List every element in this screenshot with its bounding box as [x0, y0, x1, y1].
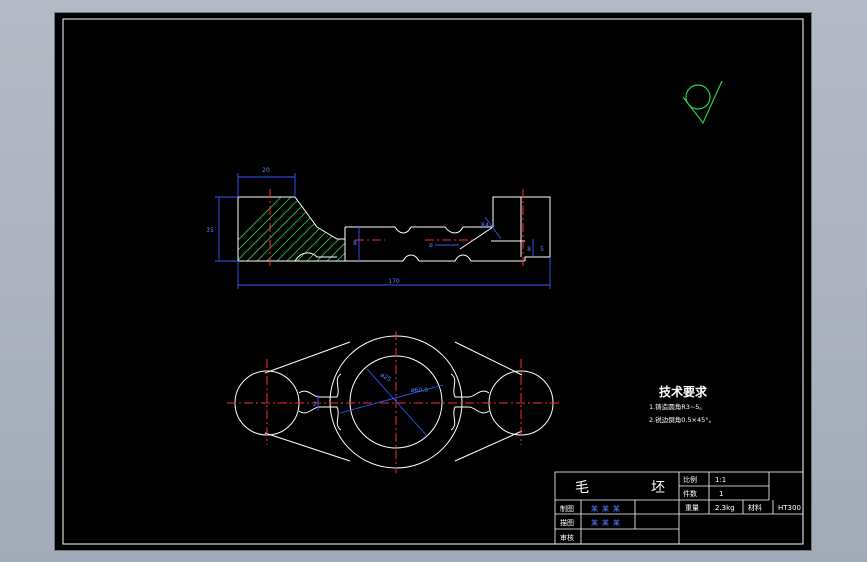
cad-viewport[interactable]: 20 35 170 8 8 ø R4 5 ø25 ø60.0 2 技术要求 1.… — [55, 13, 811, 550]
drawing-canvas: 20 35 170 8 8 ø R4 5 ø25 ø60.0 2 技术要求 1.… — [62, 18, 804, 545]
dim-center-diameter-text: ø25 — [379, 372, 392, 384]
dim-slant-text: R4 — [481, 222, 489, 229]
tech-req-item-1: 1.铸造圆角R3~5。 — [649, 402, 706, 411]
dim-height-text: 35 — [206, 227, 214, 234]
part-name-1: 毛 — [575, 480, 589, 496]
drawing-frame — [62, 18, 804, 545]
part-name-2: 坯 — [651, 480, 665, 496]
checked-value: 某某某 — [591, 519, 624, 527]
front-section-view: 20 35 170 8 8 ø R4 5 — [206, 167, 551, 289]
weight-label: 重量 — [685, 504, 699, 512]
drawn-label: 制图 — [560, 504, 574, 513]
checked-label: 描图 — [560, 518, 574, 527]
count-value: 1 — [719, 490, 723, 498]
dim-center-pcd-text: ø60.0 — [411, 387, 428, 394]
top-view: ø25 ø60.0 2 — [227, 331, 560, 473]
surface-finish-symbol — [682, 80, 723, 125]
title-block: 毛 坯 比例 1:1 件数 1 重量 2.3kg 材料 HT300 制图 某某某… — [554, 471, 804, 545]
dim-right-text: 5 — [540, 246, 544, 253]
dim-right-small-text: 8 — [527, 246, 531, 253]
scale-value: 1:1 — [715, 476, 726, 484]
dim-left-small-text: 2 — [313, 401, 317, 408]
drawn-value: 某某某 — [591, 505, 624, 513]
count-label: 件数 — [683, 489, 697, 498]
dim-top-text: 20 — [262, 167, 270, 174]
dim-small-left-text: 8 — [353, 240, 357, 247]
weight-value: 2.3kg — [715, 504, 735, 512]
dim-phi-text: ø — [429, 242, 433, 249]
dim-overall-text: 170 — [388, 278, 400, 285]
scale-label: 比例 — [683, 475, 697, 484]
material-label: 材料 — [748, 503, 762, 512]
material-value: HT300 — [778, 504, 801, 512]
tech-req-item-2: 2.锐边倒角0.5×45°。 — [649, 415, 715, 424]
tech-req-title: 技术要求 — [659, 384, 708, 399]
review-label: 审核 — [560, 533, 574, 542]
technical-requirements: 技术要求 1.铸造圆角R3~5。 2.锐边倒角0.5×45°。 — [649, 384, 715, 424]
